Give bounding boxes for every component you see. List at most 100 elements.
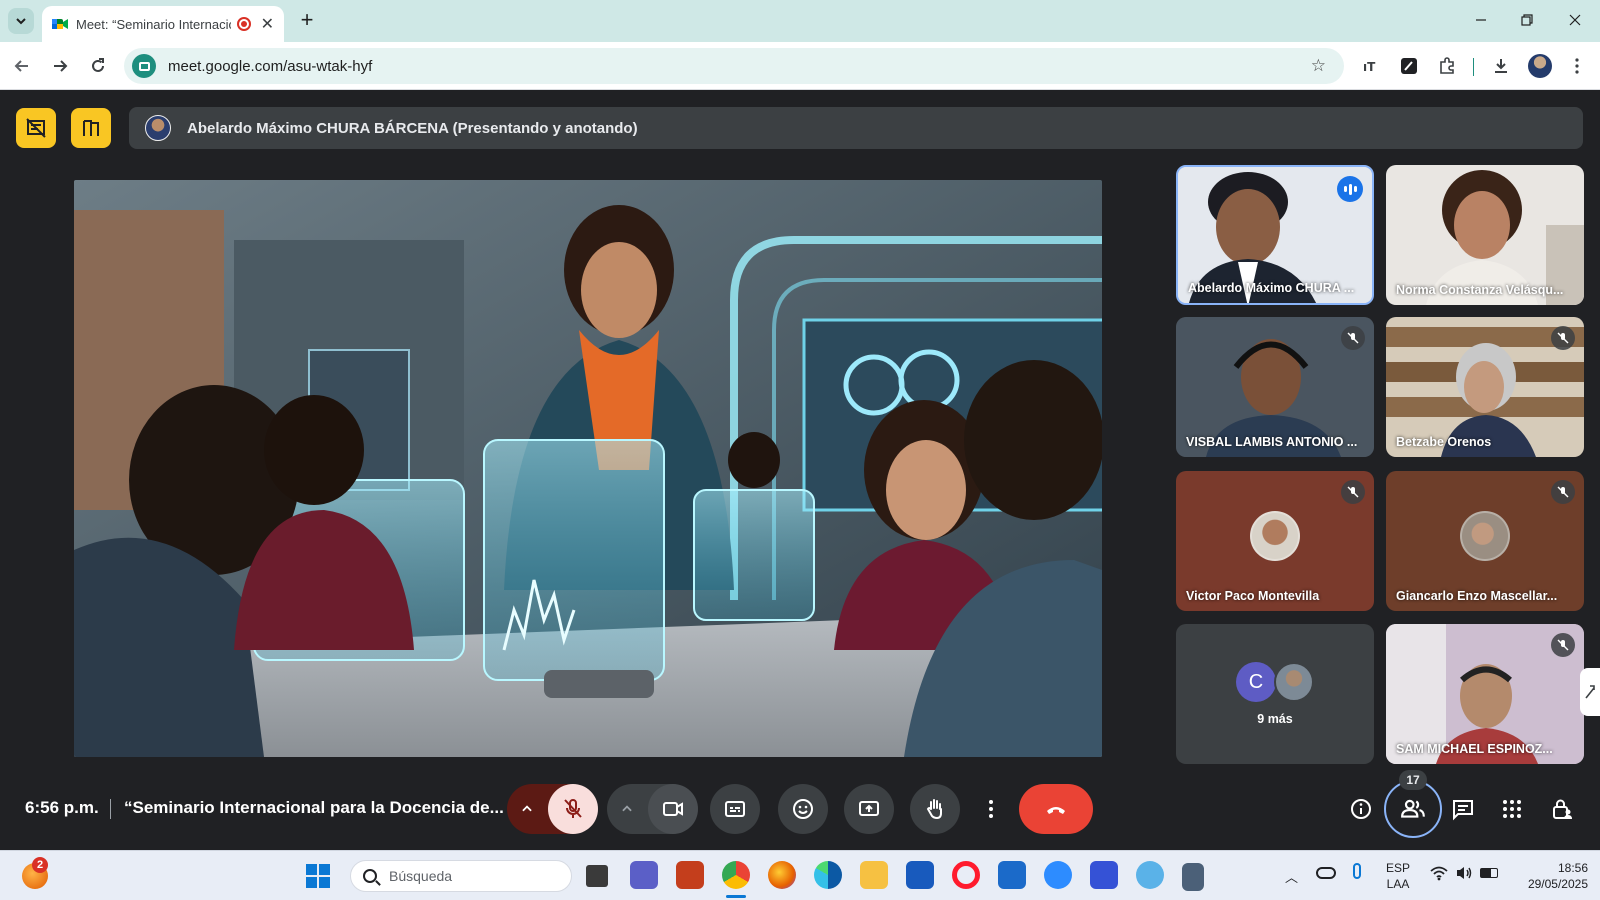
pin-icon bbox=[1585, 685, 1595, 699]
participant-tile[interactable]: SAM MICHAEL ESPINOZ... bbox=[1386, 624, 1584, 764]
remote-desktop-icon[interactable] bbox=[1090, 861, 1118, 889]
downloads-icon[interactable] bbox=[1488, 53, 1514, 79]
layout-toggle-button[interactable] bbox=[71, 108, 111, 148]
browser-tab-meet[interactable]: Meet: “Seminario Internacio ✕ bbox=[42, 6, 284, 42]
wifi-icon[interactable] bbox=[1430, 865, 1448, 886]
zoom-icon[interactable] bbox=[1044, 861, 1072, 889]
onedrive-cloud-icon[interactable] bbox=[1316, 867, 1336, 879]
taskbar-search[interactable]: Búsqueda bbox=[350, 860, 572, 892]
address-bar[interactable]: meet.google.com/asu-wtak-hyf ☆ bbox=[124, 48, 1344, 84]
closed-captions-icon bbox=[725, 801, 745, 817]
present-screen-button[interactable] bbox=[844, 784, 894, 834]
bookmark-star-icon[interactable]: ☆ bbox=[1311, 56, 1326, 76]
annotation-off-icon bbox=[26, 118, 46, 138]
microsoft-store-icon[interactable] bbox=[998, 861, 1026, 889]
participant-avatar bbox=[1460, 511, 1510, 561]
browser-toolbar: meet.google.com/asu-wtak-hyf ☆ ıT bbox=[0, 42, 1600, 90]
minimize-icon bbox=[1476, 19, 1486, 21]
chat-icon bbox=[1453, 800, 1473, 821]
extensions-puzzle-icon[interactable] bbox=[1434, 53, 1460, 79]
restore-window-button[interactable] bbox=[1504, 0, 1550, 40]
mic-off-icon bbox=[1551, 480, 1575, 504]
minimize-window-button[interactable] bbox=[1458, 0, 1504, 40]
battery-icon[interactable] bbox=[1480, 868, 1498, 878]
close-window-button[interactable] bbox=[1552, 0, 1598, 40]
more-options-button[interactable] bbox=[972, 784, 1010, 834]
more-vertical-icon bbox=[989, 800, 993, 818]
chat-button[interactable] bbox=[1449, 795, 1477, 823]
volume-icon[interactable] bbox=[1455, 865, 1473, 886]
more-participants-tile[interactable]: C 9 más bbox=[1176, 624, 1374, 764]
windows-start-button[interactable] bbox=[306, 864, 330, 893]
participant-tile[interactable]: Giancarlo Enzo Mascellar... bbox=[1386, 471, 1584, 611]
browser-tab-strip: Meet: “Seminario Internacio ✕ + bbox=[0, 0, 1600, 42]
participant-tile[interactable]: VISBAL LAMBIS ANTONIO ... bbox=[1176, 317, 1374, 457]
opera-icon[interactable] bbox=[952, 861, 980, 889]
input-language[interactable]: ESP LAA bbox=[1386, 860, 1410, 892]
recording-indicator-icon bbox=[236, 17, 251, 31]
reload-button[interactable] bbox=[84, 52, 112, 80]
file-explorer-icon[interactable] bbox=[860, 861, 888, 889]
leave-call-button[interactable] bbox=[1019, 784, 1093, 834]
side-panel-handle[interactable] bbox=[1580, 668, 1600, 716]
profile-avatar[interactable] bbox=[1528, 54, 1552, 78]
activities-button[interactable] bbox=[1498, 795, 1526, 823]
chrome-icon[interactable] bbox=[722, 861, 750, 889]
participant-tile[interactable]: Victor Paco Montevilla bbox=[1176, 471, 1374, 611]
annotation-toggle-button[interactable] bbox=[16, 108, 56, 148]
chevron-up-icon bbox=[522, 805, 532, 812]
edge-icon[interactable] bbox=[814, 861, 842, 889]
forward-button[interactable] bbox=[46, 52, 74, 80]
network-app-icon[interactable] bbox=[1136, 861, 1164, 889]
tab-title: Meet: “Seminario Internacio bbox=[76, 16, 231, 32]
raise-hand-button[interactable] bbox=[910, 784, 960, 834]
reload-icon bbox=[92, 58, 104, 72]
participant-name: VISBAL LAMBIS ANTONIO ... bbox=[1186, 435, 1358, 449]
meeting-details-button[interactable] bbox=[1347, 795, 1375, 823]
camera-toggle-button[interactable] bbox=[648, 784, 698, 834]
toolbar-divider bbox=[1473, 58, 1474, 76]
host-controls-button[interactable] bbox=[1548, 795, 1576, 823]
chrome-menu-icon[interactable] bbox=[1564, 53, 1590, 79]
powerpoint-icon[interactable] bbox=[676, 861, 704, 889]
show-hidden-icons-chevron-icon[interactable]: ︿ bbox=[1285, 867, 1298, 886]
people-button[interactable]: 17 bbox=[1384, 770, 1442, 838]
microphone-tray-icon[interactable] bbox=[1353, 863, 1361, 879]
presenter-banner: Abelardo Máximo CHURA BÁRCENA (Presentan… bbox=[129, 107, 1583, 149]
windows-logo-icon bbox=[306, 864, 330, 888]
new-tab-button[interactable]: + bbox=[294, 8, 320, 34]
participant-tile[interactable]: Betzabe Orenos bbox=[1386, 317, 1584, 457]
participant-tile[interactable]: Abelardo Máximo CHURA ... bbox=[1176, 165, 1374, 305]
participant-name: Victor Paco Montevilla bbox=[1186, 589, 1320, 603]
arrow-right-icon bbox=[54, 60, 68, 72]
close-tab-icon[interactable]: ✕ bbox=[261, 14, 274, 34]
participant-name: Abelardo Máximo CHURA ... bbox=[1188, 281, 1355, 295]
pen-extension-icon[interactable] bbox=[1396, 53, 1422, 79]
hang-up-icon bbox=[1047, 807, 1065, 814]
video-camera-icon bbox=[663, 802, 683, 816]
translate-extension-icon[interactable]: ıT bbox=[1358, 53, 1384, 79]
language-code: ESP bbox=[1386, 861, 1411, 875]
teams-icon[interactable] bbox=[630, 861, 658, 889]
layout-icon bbox=[83, 120, 99, 136]
reactions-button[interactable] bbox=[778, 784, 828, 834]
mic-off-icon bbox=[1341, 326, 1365, 350]
meeting-clock: 6:56 p.m. bbox=[25, 798, 99, 817]
task-view-icon[interactable] bbox=[586, 865, 608, 887]
google-meet-icon bbox=[52, 17, 68, 31]
calculator-icon[interactable] bbox=[1182, 863, 1204, 891]
site-info-icon[interactable] bbox=[132, 54, 156, 78]
participant-name: Giancarlo Enzo Mascellar... bbox=[1396, 589, 1558, 603]
system-clock[interactable]: 18:56 29/05/2025 bbox=[1512, 860, 1588, 892]
firefox-icon[interactable] bbox=[768, 861, 796, 889]
participant-avatar bbox=[1250, 511, 1300, 561]
microphone-toggle-button[interactable] bbox=[548, 784, 598, 834]
participant-tile[interactable]: Norma Constanza Velásqu... bbox=[1386, 165, 1584, 305]
apps-grid-icon bbox=[1503, 800, 1521, 818]
back-button[interactable] bbox=[8, 52, 36, 80]
tab-search-button[interactable] bbox=[8, 8, 34, 34]
word-icon[interactable] bbox=[906, 861, 934, 889]
captions-button[interactable] bbox=[710, 784, 760, 834]
people-icon bbox=[1401, 799, 1425, 818]
restore-icon bbox=[1521, 14, 1533, 26]
